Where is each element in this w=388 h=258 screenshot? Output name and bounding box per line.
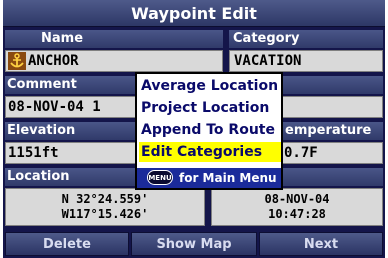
location-field[interactable]: N 32°24.559' W117°15.426'	[5, 188, 205, 226]
name-label: Name	[41, 31, 84, 46]
anchor-icon	[8, 52, 26, 70]
datetime-field[interactable]: 08-NOV-04 10:47:28	[211, 188, 383, 226]
comment-value: 08-NOV-04 1	[8, 99, 101, 115]
name-header	[5, 30, 223, 48]
menu-footer: MENU for Main Menu	[137, 168, 281, 188]
category-label: Category	[233, 31, 300, 46]
elevation-label: Elevation	[7, 123, 76, 138]
name-field[interactable]: ANCHOR	[5, 50, 223, 72]
menu-item-average-location[interactable]: Average Location	[139, 76, 281, 96]
date-value: 08-NOV-04	[264, 192, 330, 206]
comment-label: Comment	[7, 77, 77, 92]
next-button[interactable]: Next	[259, 232, 383, 256]
category-field[interactable]: VACATION	[229, 50, 383, 72]
latitude-value: N 32°24.559'	[61, 192, 149, 206]
options-menu: Average Location Project Location Append…	[135, 72, 283, 190]
temperature-value: 0.7F	[284, 145, 318, 161]
longitude-value: W117°15.426'	[61, 207, 149, 221]
menu-item-project-location[interactable]: Project Location	[139, 98, 281, 118]
location-label: Location	[7, 169, 70, 184]
time-value: 10:47:28	[268, 207, 326, 221]
menu-footer-text: for Main Menu	[179, 171, 277, 185]
show-map-button[interactable]: Show Map	[131, 232, 257, 256]
page-title: Waypoint Edit	[131, 4, 257, 23]
category-value: VACATION	[234, 53, 302, 69]
temperature-label: emperature	[285, 123, 372, 138]
delete-button[interactable]: Delete	[5, 232, 129, 256]
menu-key-icon: MENU	[147, 170, 173, 185]
name-value: ANCHOR	[28, 53, 79, 69]
waypoint-edit-screen: Waypoint Edit Name Category ANCHOR VACAT…	[3, 0, 385, 258]
menu-item-edit-categories[interactable]: Edit Categories	[139, 142, 281, 162]
elevation-value: 1151ft	[8, 145, 59, 161]
menu-item-append-to-route[interactable]: Append To Route	[139, 120, 281, 140]
title-bar: Waypoint Edit	[3, 0, 385, 27]
